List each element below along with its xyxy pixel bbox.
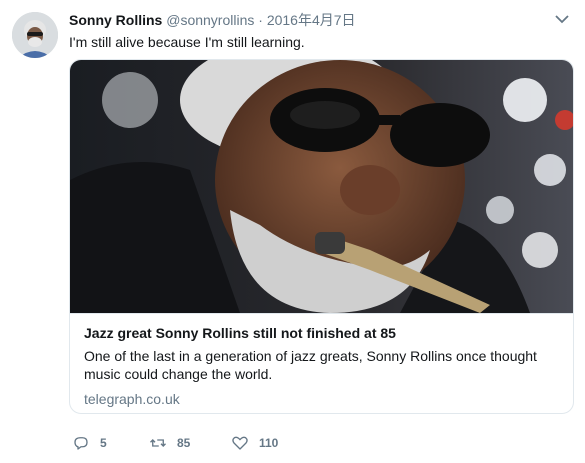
tweet-date[interactable]: 2016年4月7日 — [267, 12, 356, 28]
retweet-icon — [150, 439, 166, 447]
card-description-line-2: music could change the world. — [84, 366, 273, 382]
like-count: 110 — [259, 436, 279, 450]
tweet-header: Sonny Rollins @sonnyrollins · 2016年4月7日 — [69, 11, 545, 29]
heart-icon — [232, 436, 248, 450]
avatar-image — [12, 12, 58, 58]
tweet-text: I'm still alive because I'm still learni… — [69, 34, 305, 50]
author-handle[interactable]: @sonnyrollins — [166, 12, 254, 28]
card-domain: telegraph.co.uk — [84, 391, 180, 407]
reply-icon — [74, 437, 88, 450]
chevron-down-icon[interactable] — [555, 14, 569, 24]
link-card[interactable]: Jazz great Sonny Rollins still not finis… — [69, 59, 574, 414]
like-button[interactable]: 110 — [231, 433, 278, 453]
card-image — [70, 60, 573, 313]
retweet-button[interactable]: 85 — [149, 433, 190, 453]
author-name[interactable]: Sonny Rollins — [69, 12, 162, 28]
card-description: One of the last in a generation of jazz … — [84, 347, 561, 383]
card-description-line-1: One of the last in a generation of jazz … — [84, 348, 537, 364]
retweet-count: 85 — [177, 436, 191, 450]
card-title[interactable]: Jazz great Sonny Rollins still not finis… — [84, 324, 561, 342]
card-body: Jazz great Sonny Rollins still not finis… — [70, 313, 573, 413]
separator-dot: · — [258, 12, 263, 28]
avatar[interactable] — [12, 12, 58, 58]
reply-count: 5 — [100, 436, 107, 450]
reply-button[interactable]: 5 — [72, 433, 107, 453]
